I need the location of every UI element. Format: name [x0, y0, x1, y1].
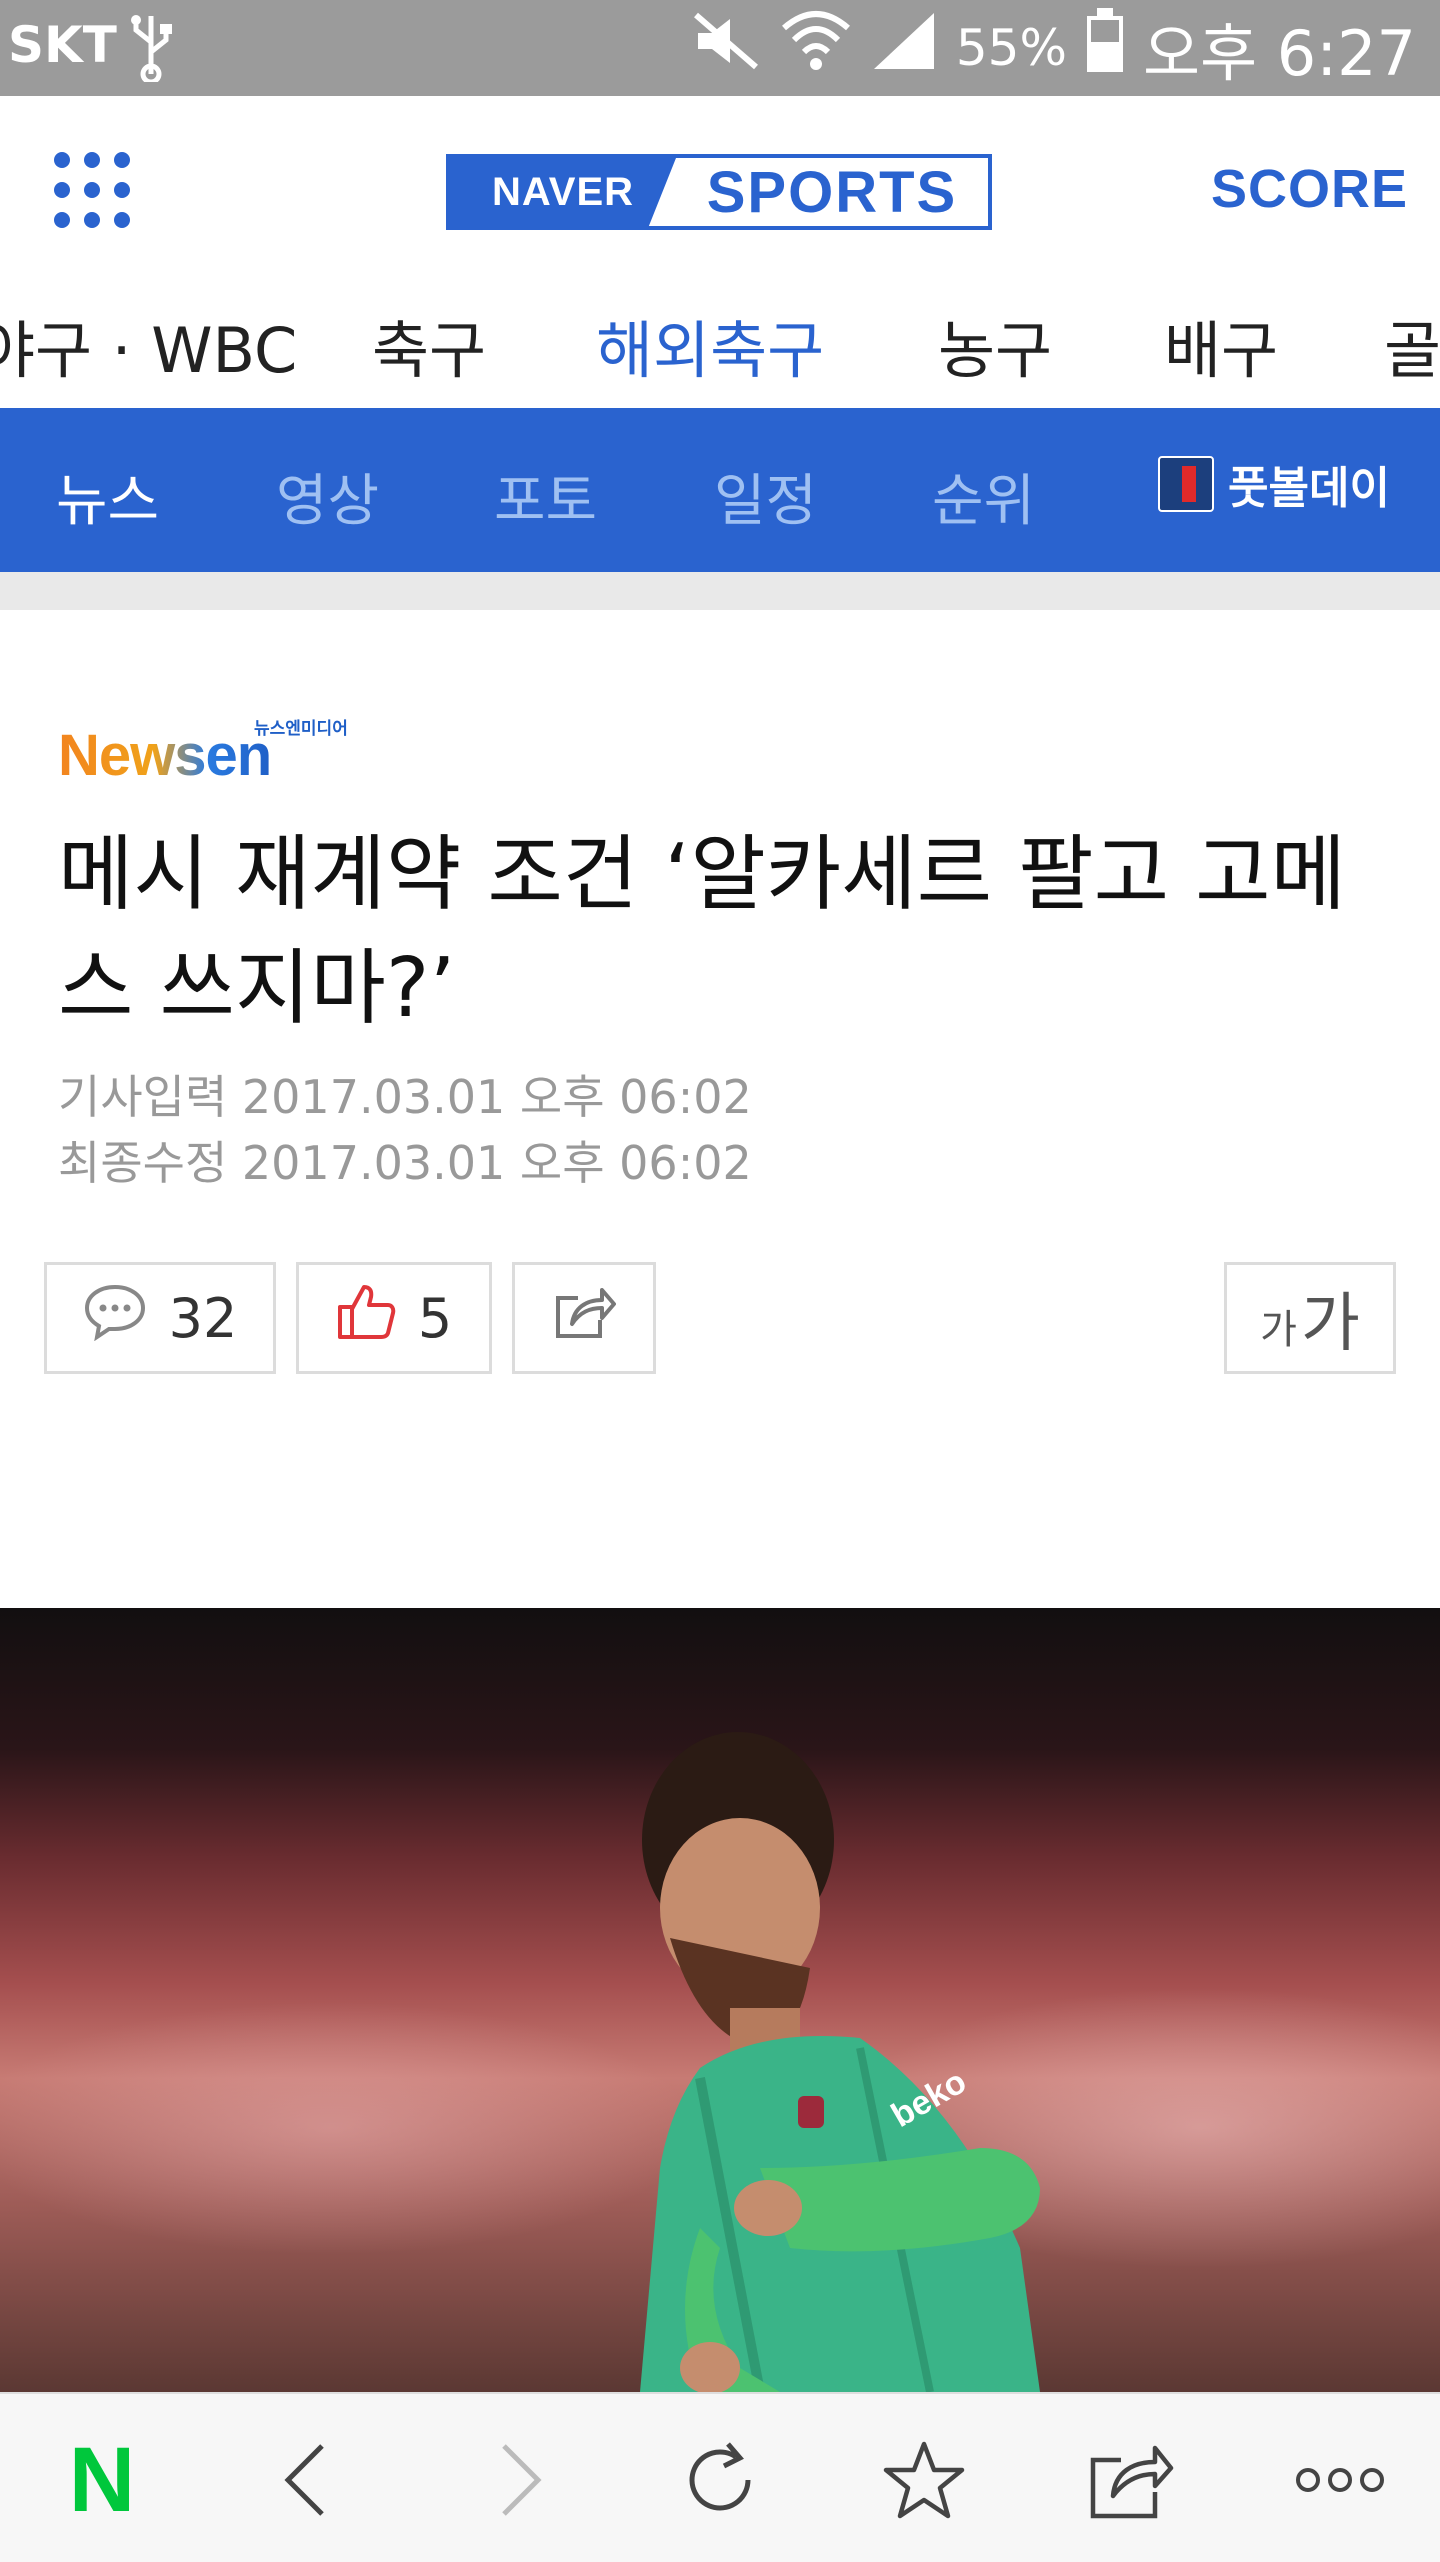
press-logo-tag: 뉴스엔미디어	[254, 719, 348, 739]
comments-button[interactable]: 32	[44, 1262, 276, 1374]
press-logo[interactable]: Newsen 뉴스엔미디어	[58, 719, 358, 788]
article-headline: 메시 재계약 조건 ‘알카세르 팔고 고메스 쓰지마?’	[58, 827, 1346, 1036]
category-volleyball[interactable]: 배구	[1164, 300, 1278, 390]
modified-date: 최종수정 2017.03.01 오후 06:02	[58, 1136, 752, 1190]
grid-menu-icon[interactable]	[54, 152, 130, 228]
share-article-button[interactable]	[512, 1262, 656, 1374]
clock: 오후 6:27	[1142, 17, 1416, 90]
category-basketball[interactable]: 농구	[938, 300, 1052, 390]
thumbs-up-icon	[336, 1283, 396, 1354]
bookmark-star-icon[interactable]	[876, 2432, 972, 2528]
tab-news[interactable]: 뉴스	[56, 456, 159, 537]
signal-icon	[870, 9, 938, 87]
category-nav: 야구 · WBC 축구 해외축구 농구 배구 골	[0, 286, 1440, 408]
tab-schedule[interactable]: 일정	[714, 456, 817, 537]
like-button[interactable]: 5	[296, 1262, 492, 1374]
app-header: NAVER SPORTS SCORE	[0, 96, 1440, 286]
comments-count: 32	[168, 1286, 238, 1350]
share-icon	[552, 1284, 616, 1353]
likes-count: 5	[417, 1286, 453, 1350]
status-bar: SKT 55% 오후 6:27	[0, 0, 1440, 96]
comment-icon	[83, 1283, 147, 1354]
logo-naver-text: NAVER	[450, 158, 676, 226]
press-logo-text: Newsen	[58, 723, 272, 788]
back-icon[interactable]	[258, 2432, 354, 2528]
browser-toolbar: N	[0, 2392, 1440, 2562]
naver-home-button[interactable]: N	[54, 2429, 150, 2531]
forward-icon[interactable]	[472, 2432, 568, 2528]
category-overseas-football[interactable]: 해외축구	[596, 300, 824, 390]
player-figure: beko	[640, 1732, 1040, 2392]
mute-icon	[690, 11, 762, 85]
category-golf[interactable]: 골	[1384, 300, 1440, 390]
logo-sports-text: SPORTS	[706, 159, 958, 225]
font-size-button[interactable]: 가 가	[1224, 1262, 1396, 1374]
battery-icon	[1085, 8, 1125, 88]
wifi-icon	[780, 6, 852, 90]
battery-percent: 55%	[955, 19, 1067, 77]
article-photo: beko	[0, 1608, 1440, 2392]
divider	[0, 572, 1440, 610]
more-icon[interactable]	[1290, 2432, 1390, 2528]
score-button[interactable]: SCORE	[1211, 158, 1408, 220]
category-baseball-wbc[interactable]: 야구 · WBC	[0, 300, 297, 390]
tab-ranking[interactable]: 순위	[932, 456, 1035, 537]
tab-photo[interactable]: 포토	[494, 456, 597, 537]
tab-video[interactable]: 영상	[276, 456, 379, 537]
font-size-small-label: 가	[1260, 1307, 1297, 1353]
football-day-icon	[1158, 456, 1214, 512]
naver-sports-logo[interactable]: NAVER SPORTS	[446, 154, 992, 230]
published-date: 기사입력 2017.03.01 오후 06:02	[58, 1070, 752, 1124]
refresh-icon[interactable]	[672, 2432, 768, 2528]
share-icon[interactable]	[1082, 2432, 1178, 2528]
football-day-link[interactable]: 풋볼데이	[1158, 452, 1390, 516]
font-size-large-label: 가	[1300, 1287, 1360, 1361]
category-football[interactable]: 축구	[372, 300, 486, 390]
article-dates: 기사입력 2017.03.01 오후 06:02 최종수정 2017.03.01…	[58, 1064, 752, 1196]
football-day-label: 풋볼데이	[1228, 463, 1390, 514]
usb-icon	[128, 12, 174, 86]
carrier-label: SKT	[8, 16, 117, 74]
section-tabs: 뉴스 영상 포토 일정 순위 풋볼데이	[0, 408, 1440, 572]
